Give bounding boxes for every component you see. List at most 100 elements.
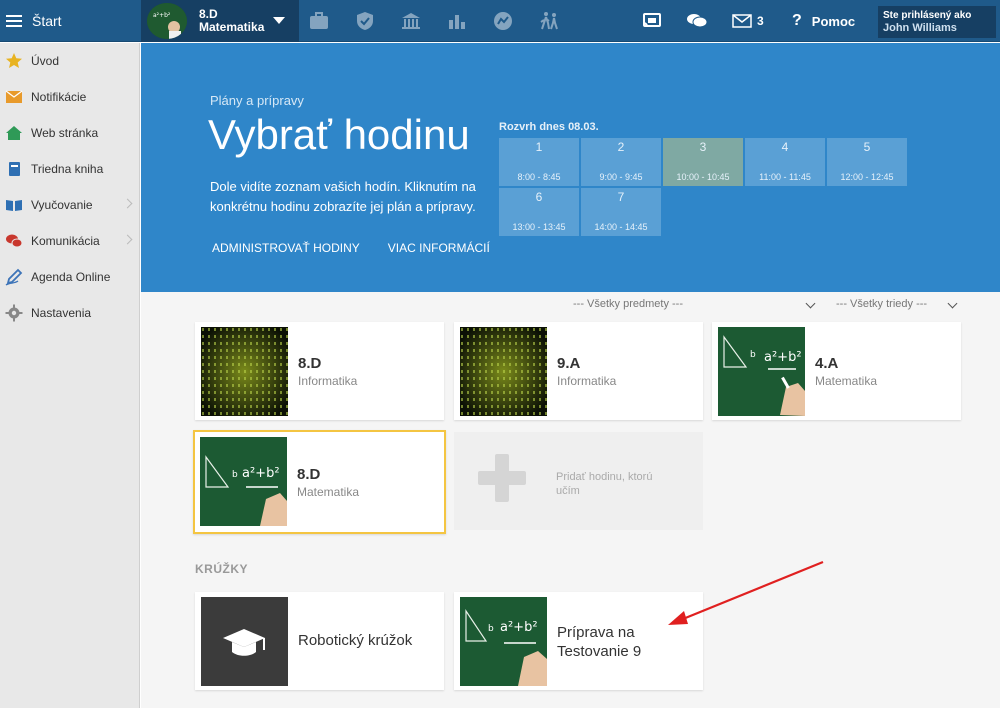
slot-time: 12:00 - 12:45 bbox=[840, 172, 894, 182]
message-count-badge: 3 bbox=[757, 14, 764, 28]
schedule-slot[interactable]: 4 11:00 - 11:45 bbox=[745, 138, 825, 186]
chevron-down-icon[interactable] bbox=[805, 298, 816, 309]
question-icon: ? bbox=[792, 12, 802, 29]
start-menu-button[interactable]: Štart bbox=[0, 0, 140, 42]
graduation-cap-thumbnail bbox=[201, 597, 288, 686]
sidebar-item-notifikacie[interactable]: Notifikácie bbox=[0, 79, 139, 115]
class-avatar-icon: a²+b² bbox=[147, 3, 187, 39]
card-class-name: 9.A bbox=[557, 355, 581, 372]
slot-number: 6 bbox=[535, 190, 543, 204]
sidebar-item-komunikacia[interactable]: Komunikácia bbox=[0, 223, 139, 259]
card-subject: Informatika bbox=[557, 374, 617, 388]
svg-text:a²+b²: a²+b² bbox=[153, 12, 171, 19]
envelope-icon bbox=[5, 88, 23, 106]
help-label: Pomoc bbox=[811, 13, 856, 29]
page-subtitle: Plány a prípravy bbox=[210, 93, 304, 108]
matrix-thumbnail bbox=[201, 327, 288, 416]
slot-number: 7 bbox=[617, 190, 625, 204]
slot-time: 11:00 - 11:45 bbox=[759, 172, 811, 182]
slot-number: 4 bbox=[781, 140, 789, 154]
schedule-slot[interactable]: 5 12:00 - 12:45 bbox=[827, 138, 907, 186]
sidebar-item-nastavenia[interactable]: Nastavenia bbox=[0, 295, 139, 331]
card-subject: Matematika bbox=[815, 374, 878, 388]
administer-lessons-link[interactable]: ADMINISTROVAŤ HODINY bbox=[212, 241, 360, 255]
schedule-slot-active[interactable]: 3 10:00 - 10:45 bbox=[663, 138, 743, 186]
help-button[interactable]: ? Pomoc bbox=[792, 0, 855, 42]
cast-button[interactable] bbox=[642, 0, 662, 42]
chat-icon bbox=[687, 14, 708, 28]
slot-time: 14:00 - 14:45 bbox=[594, 222, 648, 232]
lesson-card[interactable]: b a²+b² 4.A Matematika bbox=[712, 322, 961, 420]
class-switcher[interactable]: a²+b² 8.D Matematika bbox=[141, 0, 299, 42]
chevron-right-icon bbox=[122, 198, 133, 209]
chalkboard-thumbnail: b a²+b² bbox=[200, 437, 287, 526]
schedule-slot[interactable]: 6 13:00 - 13:45 bbox=[499, 188, 579, 236]
sidebar-item-vyucovanie[interactable]: Vyučovanie bbox=[0, 187, 139, 223]
add-lesson-card[interactable]: Pridať hodinu, ktorú učím bbox=[454, 432, 703, 530]
sidebar-item-label: Triedna kniha bbox=[31, 162, 104, 176]
sidebar-item-label: Vyučovanie bbox=[31, 198, 93, 212]
section-heading: KRÚŽKY bbox=[195, 562, 248, 576]
bank-icon[interactable] bbox=[400, 10, 422, 32]
card-subject: Matematika bbox=[297, 485, 360, 499]
sidebar-item-uvod[interactable]: Úvod bbox=[0, 43, 139, 79]
lesson-card-selected[interactable]: b a²+b² 8.D Matematika bbox=[193, 430, 446, 534]
sidebar-item-label: Notifikácie bbox=[31, 90, 87, 104]
matrix-thumbnail bbox=[460, 327, 547, 416]
schedule-slot[interactable]: 7 14:00 - 14:45 bbox=[581, 188, 661, 236]
subject-filter-select[interactable]: --- Všetky predmety --- bbox=[573, 298, 683, 310]
sidebar-item-web-stranka[interactable]: Web stránka bbox=[0, 115, 139, 151]
more-info-link[interactable]: VIAC INFORMÁCIÍ bbox=[388, 241, 490, 255]
lesson-card[interactable]: 9.A Informatika bbox=[454, 322, 703, 420]
hamburger-icon[interactable] bbox=[6, 12, 22, 30]
walking-icon[interactable] bbox=[538, 10, 560, 32]
annotation-arrow bbox=[668, 560, 824, 625]
add-lesson-label: Pridať hodinu, ktorú učím bbox=[556, 471, 653, 497]
card-class-name: 8.D bbox=[297, 466, 321, 483]
lesson-card[interactable]: 8.D Informatika bbox=[195, 322, 444, 420]
sidebar-item-label: Komunikácia bbox=[31, 234, 100, 248]
sidebar-item-label: Úvod bbox=[31, 54, 60, 68]
shield-icon[interactable] bbox=[354, 10, 376, 32]
svg-text:a²+b²: a²+b² bbox=[764, 350, 802, 365]
chevron-down-icon[interactable] bbox=[273, 17, 285, 24]
slot-time: 10:00 - 10:45 bbox=[676, 172, 730, 182]
schedule-slot[interactable]: 1 8:00 - 8:45 bbox=[499, 138, 579, 186]
card-class-name: 8.D bbox=[298, 355, 322, 372]
book-icon bbox=[5, 160, 23, 178]
bar-chart-icon[interactable] bbox=[446, 10, 468, 32]
chevron-down-icon[interactable] bbox=[947, 298, 958, 309]
plus-icon-bar bbox=[478, 471, 526, 485]
club-name: Robotický krúžok bbox=[298, 632, 413, 649]
home-icon bbox=[5, 124, 23, 142]
user-login-box[interactable]: Ste prihlásený ako John Williams bbox=[878, 6, 996, 38]
club-card[interactable]: Robotický krúžok bbox=[195, 592, 444, 690]
top-bar: Štart a²+b² 8.D Matematika 3 ? Pomoc Ste… bbox=[0, 0, 1000, 42]
chalkboard-thumbnail: b a²+b² bbox=[460, 597, 547, 686]
sidebar-item-label: Web stránka bbox=[31, 126, 99, 140]
start-label: Štart bbox=[32, 13, 62, 29]
sidebar-item-label: Agenda Online bbox=[31, 270, 111, 284]
chalkboard-thumbnail: b a²+b² bbox=[718, 327, 805, 416]
star-icon bbox=[5, 52, 23, 70]
svg-text:b: b bbox=[232, 470, 238, 480]
svg-text:a²+b²: a²+b² bbox=[500, 620, 538, 635]
slot-number: 2 bbox=[617, 140, 625, 154]
sidebar-item-agenda-online[interactable]: Agenda Online bbox=[0, 259, 139, 295]
lesson-list: --- Všetky predmety --- --- Všetky tried… bbox=[141, 292, 1000, 708]
slot-time: 9:00 - 9:45 bbox=[599, 172, 643, 182]
sidebar: Úvod Notifikácie Web stránka Triedna kni… bbox=[0, 43, 140, 708]
schedule-slot[interactable]: 2 9:00 - 9:45 bbox=[581, 138, 661, 186]
chat-button[interactable] bbox=[686, 0, 708, 42]
slot-number: 1 bbox=[535, 140, 543, 154]
class-filter-select[interactable]: --- Všetky triedy --- bbox=[836, 298, 927, 310]
sidebar-item-triedna-kniha[interactable]: Triedna kniha bbox=[0, 151, 139, 187]
briefcase-icon[interactable] bbox=[308, 10, 330, 32]
slot-time: 13:00 - 13:45 bbox=[512, 222, 566, 232]
club-name: Príprava na Testovanie 9 bbox=[557, 624, 642, 660]
chevron-right-icon bbox=[122, 234, 133, 245]
messages-button[interactable]: 3 bbox=[732, 0, 764, 42]
stats-circle-icon[interactable] bbox=[492, 10, 514, 32]
sidebar-item-label: Nastavenia bbox=[31, 306, 92, 320]
svg-text:a²+b²: a²+b² bbox=[242, 466, 280, 481]
